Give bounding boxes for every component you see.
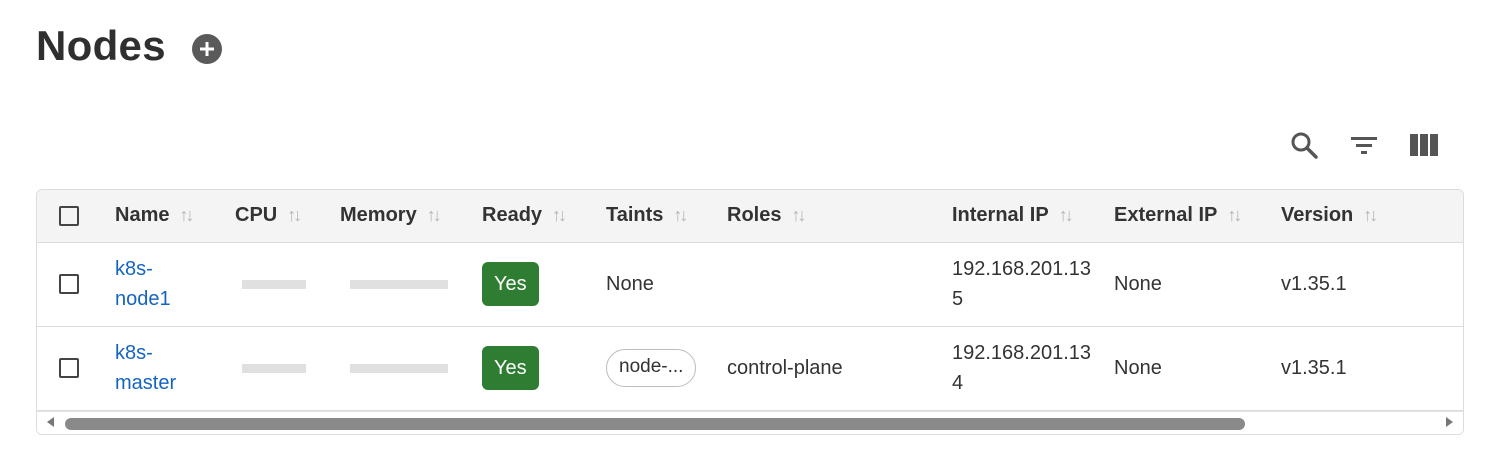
ready-badge: Yes <box>482 262 539 306</box>
external-ip-cell: None <box>1114 242 1281 327</box>
column-header-external-ip[interactable]: External IP ↑↓ <box>1114 190 1281 243</box>
node-name-link[interactable]: k8s- node1 <box>115 254 235 314</box>
row-select-cell <box>37 242 115 327</box>
internal-ip-cell: 192.168.201.13 5 <box>952 242 1114 327</box>
nodes-table: Name ↑↓ CPU ↑↓ Memory ↑↓ Ready ↑↓ Taints ↑↓ R… <box>37 190 1463 411</box>
sort-icon: ↑↓ <box>791 205 806 226</box>
roles-cell <box>727 242 952 327</box>
version-cell: v1.35.1 <box>1281 326 1463 411</box>
columns-button[interactable] <box>1409 130 1439 160</box>
table-header-row: Name ↑↓ CPU ↑↓ Memory ↑↓ Ready ↑↓ Taints ↑↓ R… <box>37 190 1463 243</box>
ready-cell: Yes <box>482 326 606 411</box>
table-toolbar <box>1289 130 1439 160</box>
select-all-checkbox[interactable] <box>59 205 79 226</box>
taints-cell: node-... <box>606 326 727 411</box>
taints-cell: None <box>606 242 727 327</box>
ready-cell: Yes <box>482 242 606 327</box>
column-label: Ready <box>482 204 543 227</box>
sort-icon: ↑↓ <box>1227 205 1242 226</box>
sort-icon: ↑↓ <box>552 205 567 226</box>
select-all-cell <box>37 190 115 243</box>
node-name-part: k8s- <box>115 258 153 280</box>
internal-ip-part: 192.168.201.13 <box>952 258 1092 280</box>
column-header-roles[interactable]: Roles ↑↓ <box>727 190 952 243</box>
row-checkbox[interactable] <box>59 358 79 378</box>
page-header: Nodes <box>36 22 222 70</box>
internal-ip-part: 192.168.201.13 <box>952 342 1092 364</box>
horizontal-scrollbar[interactable] <box>37 411 1463 434</box>
column-label: Name <box>115 204 170 227</box>
scroll-right-icon[interactable] <box>1446 417 1453 427</box>
column-label: Version <box>1281 204 1354 227</box>
table-row: k8s- node1 Yes None 192.168.201.13 5 Non… <box>37 242 1463 327</box>
column-label: Taints <box>606 204 664 227</box>
add-node-button[interactable] <box>191 34 222 64</box>
node-name-part: node1 <box>115 288 171 310</box>
node-name-link[interactable]: k8s- master <box>115 338 235 398</box>
column-header-internal-ip[interactable]: Internal IP ↑↓ <box>952 190 1114 243</box>
node-name-part: master <box>115 372 177 394</box>
search-button[interactable] <box>1289 130 1319 160</box>
cpu-usage-bar <box>242 363 306 373</box>
scroll-left-icon[interactable] <box>47 417 54 427</box>
column-label: External IP <box>1114 204 1218 227</box>
filter-button[interactable] <box>1349 130 1379 160</box>
column-header-version[interactable]: Version ↑↓ <box>1281 190 1463 243</box>
search-icon <box>1291 132 1318 159</box>
page-title: Nodes <box>36 22 166 69</box>
sort-icon: ↑↓ <box>673 205 688 226</box>
sort-icon: ↑↓ <box>179 205 194 226</box>
nodes-table-container: Name ↑↓ CPU ↑↓ Memory ↑↓ Ready ↑↓ Taints ↑↓ R… <box>36 189 1464 435</box>
column-label: CPU <box>235 204 278 227</box>
plus-icon <box>199 42 214 56</box>
column-header-memory[interactable]: Memory ↑↓ <box>340 190 482 243</box>
memory-usage-bar <box>350 279 448 289</box>
internal-ip-part: 5 <box>952 288 964 310</box>
sort-icon: ↑↓ <box>1058 205 1074 226</box>
memory-cell <box>340 242 482 327</box>
version-cell: v1.35.1 <box>1281 242 1463 327</box>
row-checkbox[interactable] <box>59 274 79 294</box>
node-name-cell: k8s- master <box>115 326 235 411</box>
cpu-cell <box>235 326 340 411</box>
node-name-cell: k8s- node1 <box>115 242 235 327</box>
column-label: Internal IP <box>952 204 1049 227</box>
column-label: Roles <box>727 204 782 227</box>
scrollbar-thumb[interactable] <box>65 418 1245 430</box>
sort-icon: ↑↓ <box>1363 205 1378 226</box>
internal-ip-cell: 192.168.201.13 4 <box>952 326 1114 411</box>
sort-icon: ↑↓ <box>426 205 442 226</box>
cpu-usage-bar <box>242 279 306 289</box>
roles-cell: control-plane <box>727 326 952 411</box>
internal-ip-part: 4 <box>952 372 964 394</box>
row-select-cell <box>37 326 115 411</box>
column-label: Memory <box>340 204 417 227</box>
column-header-name[interactable]: Name ↑↓ <box>115 190 235 243</box>
sort-icon: ↑↓ <box>287 205 302 226</box>
ready-badge: Yes <box>482 346 539 390</box>
column-header-taints[interactable]: Taints ↑↓ <box>606 190 727 243</box>
column-header-cpu[interactable]: CPU ↑↓ <box>235 190 340 243</box>
cpu-cell <box>235 242 340 327</box>
taint-chip[interactable]: node-... <box>606 349 697 387</box>
filter-icon <box>1351 137 1377 154</box>
external-ip-cell: None <box>1114 326 1281 411</box>
memory-usage-bar <box>350 363 448 373</box>
memory-cell <box>340 326 482 411</box>
node-name-part: k8s- <box>115 342 153 364</box>
columns-icon <box>1410 134 1438 156</box>
column-header-ready[interactable]: Ready ↑↓ <box>482 190 606 243</box>
table-row: k8s- master Yes node-... control-plane 1… <box>37 326 1463 411</box>
